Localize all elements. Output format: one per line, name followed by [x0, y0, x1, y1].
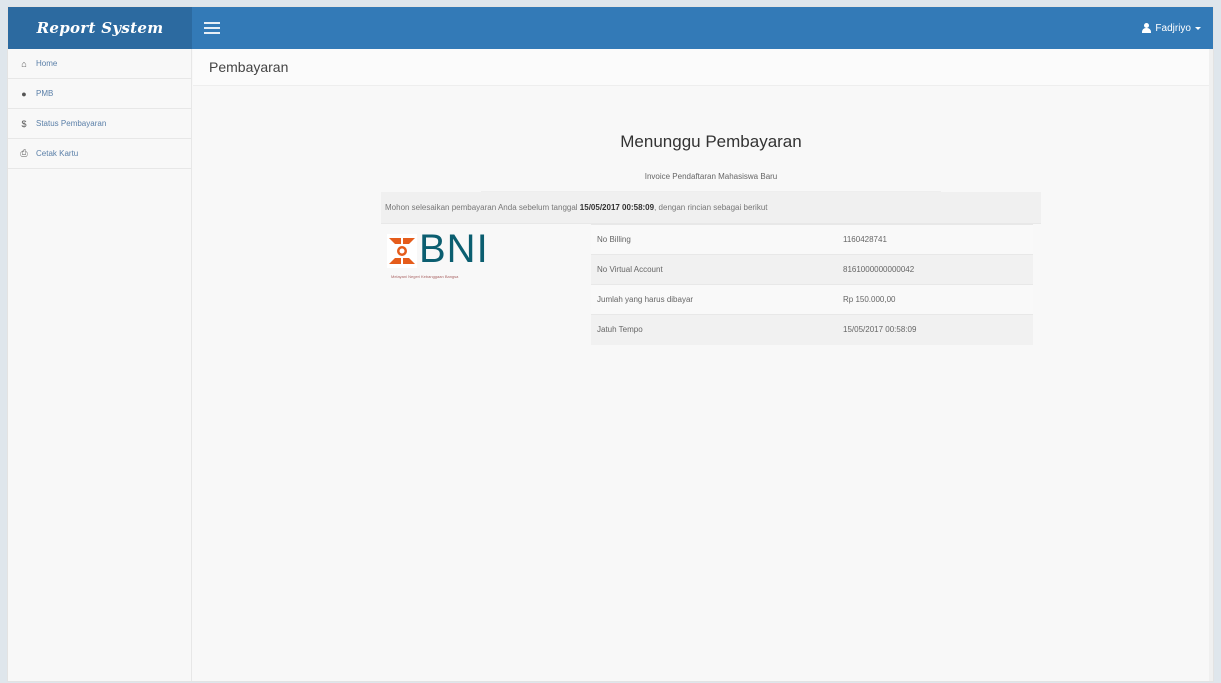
- users-icon: ●: [21, 88, 27, 99]
- home-icon: ⌂: [21, 58, 27, 69]
- app-window: Report System Fadjriyo ⌂ Home ● PMB $ St…: [7, 6, 1214, 682]
- bank-name: BNI: [419, 227, 489, 271]
- invoice-panel: Menunggu Pembayaran Invoice Pendaftaran …: [381, 126, 1041, 345]
- caret-down-icon: [1195, 26, 1201, 30]
- sidebar-item-cetak-kartu[interactable]: ⎙ Cetak Kartu: [8, 139, 191, 169]
- sidebar-item-pmb[interactable]: ● PMB: [8, 79, 191, 109]
- table-row: No Virtual Account 8161000000000042: [591, 254, 1033, 285]
- invoice-subtitle: Invoice Pendaftaran Mahasiswa Baru: [481, 162, 941, 192]
- sidebar-item-label: Home: [36, 59, 58, 68]
- bank-logo: BNI Melayani Negeri Kebanggaan Bangsa: [381, 224, 591, 288]
- vertical-scrollbar[interactable]: [1209, 49, 1213, 681]
- notice-suffix: , dengan rincian sebagai berikut: [654, 203, 768, 212]
- row-value: 15/05/2017 00:58:09: [837, 314, 1033, 345]
- sidebar-item-label: Cetak Kartu: [36, 149, 79, 158]
- user-icon: [1142, 23, 1152, 33]
- page-title: Pembayaran: [193, 49, 1213, 86]
- bank-tagline: Melayani Negeri Kebanggaan Bangsa: [391, 274, 459, 279]
- sidebar: ⌂ Home ● PMB $ Status Pembayaran ⎙ Cetak…: [8, 49, 192, 681]
- sidebar-item-status-pembayaran[interactable]: $ Status Pembayaran: [8, 109, 191, 139]
- row-label: No Virtual Account: [591, 254, 837, 285]
- user-menu-dropdown[interactable]: Fadjriyo: [1142, 23, 1201, 34]
- table-row: Jatuh Tempo 15/05/2017 00:58:09: [591, 314, 1033, 345]
- notice-prefix: Mohon selesaikan pembayaran Anda sebelum…: [385, 203, 580, 212]
- brand-logo[interactable]: Report System: [8, 7, 192, 49]
- sidebar-item-label: Status Pembayaran: [36, 119, 107, 128]
- hamburger-menu-icon[interactable]: [204, 22, 220, 34]
- billing-details-table: No Billing 1160428741 No Virtual Account…: [591, 224, 1033, 345]
- print-icon: ⎙: [20, 148, 28, 158]
- notice-deadline: 15/05/2017 00:58:09: [579, 203, 655, 212]
- table-row: No Billing 1160428741: [591, 224, 1033, 255]
- sidebar-item-label: PMB: [36, 89, 54, 98]
- sidebar-item-home[interactable]: ⌂ Home: [8, 49, 191, 79]
- row-label: Jumlah yang harus dibayar: [591, 284, 837, 315]
- top-navbar: Report System Fadjriyo: [8, 7, 1213, 49]
- payment-status-title: Menunggu Pembayaran: [620, 132, 802, 151]
- row-value: 8161000000000042: [837, 254, 1033, 285]
- row-value: Rp 150.000,00: [837, 284, 1033, 315]
- dollar-icon: $: [21, 118, 27, 129]
- payment-notice: Mohon selesaikan pembayaran Anda sebelum…: [381, 192, 1041, 224]
- row-label: No Billing: [591, 224, 837, 255]
- user-name: Fadjriyo: [1155, 22, 1191, 34]
- payment-details: BNI Melayani Negeri Kebanggaan Bangsa No…: [381, 224, 1041, 345]
- row-label: Jatuh Tempo: [591, 314, 837, 345]
- table-row: Jumlah yang harus dibayar Rp 150.000,00: [591, 284, 1033, 315]
- bni-emblem-icon: [387, 234, 417, 268]
- row-value: 1160428741: [837, 224, 1033, 255]
